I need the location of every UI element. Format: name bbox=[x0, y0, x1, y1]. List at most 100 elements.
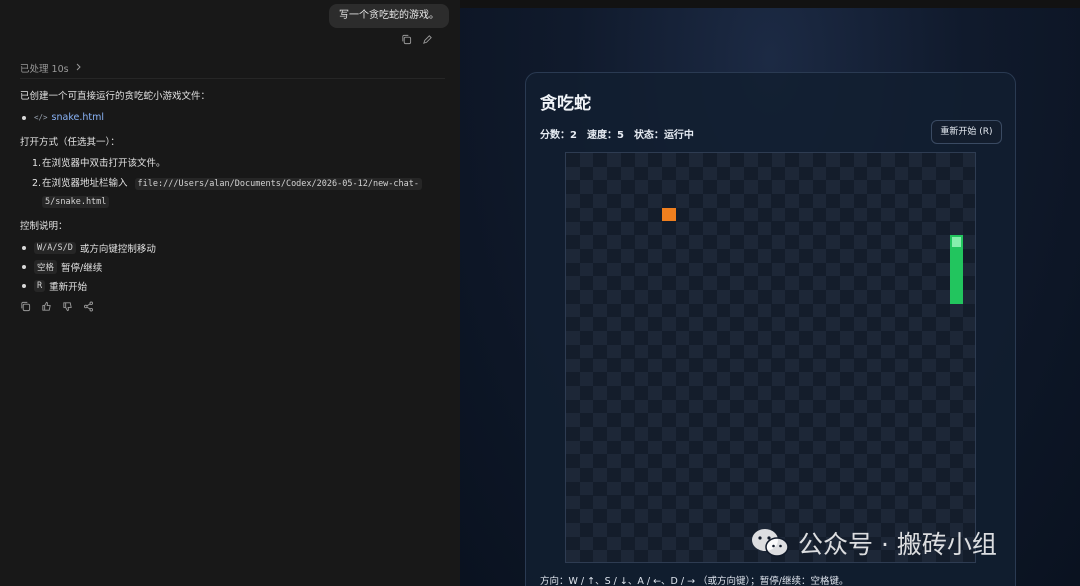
processed-toggle[interactable]: 已处理 10s bbox=[20, 61, 82, 75]
board-cell bbox=[757, 248, 772, 263]
board-cell bbox=[620, 276, 635, 290]
thumbs-up-icon[interactable] bbox=[41, 301, 52, 312]
board-cell bbox=[785, 413, 799, 427]
board-cell bbox=[593, 194, 608, 208]
board-cell bbox=[935, 207, 950, 222]
board-cell bbox=[579, 372, 594, 386]
board-cell bbox=[757, 303, 772, 318]
board-cell bbox=[853, 180, 868, 195]
board-cell bbox=[607, 262, 621, 277]
board-cell bbox=[949, 413, 964, 427]
board-cell bbox=[620, 440, 635, 455]
board-cell bbox=[620, 303, 635, 318]
copy-icon[interactable] bbox=[401, 34, 412, 45]
game-board[interactable] bbox=[565, 152, 976, 563]
board-cell bbox=[675, 248, 690, 263]
snake-segment bbox=[949, 248, 964, 263]
board-cell bbox=[675, 166, 690, 181]
board-cell bbox=[812, 303, 827, 318]
board-cell bbox=[963, 317, 975, 332]
board-cell bbox=[949, 440, 964, 455]
board-cell bbox=[963, 509, 975, 523]
board-cell bbox=[703, 248, 717, 263]
thumbs-down-icon[interactable] bbox=[62, 301, 73, 312]
board-cell bbox=[867, 166, 882, 181]
board-cell bbox=[922, 331, 936, 345]
board-cell bbox=[894, 221, 909, 236]
board-cell bbox=[648, 522, 662, 537]
copy-icon[interactable] bbox=[20, 301, 31, 312]
board-cell bbox=[675, 276, 690, 290]
board-cell bbox=[826, 427, 840, 441]
board-cell bbox=[935, 317, 950, 332]
board-cell bbox=[785, 331, 799, 345]
board-cell bbox=[935, 509, 950, 523]
board-cell bbox=[648, 276, 662, 290]
board-cell bbox=[703, 550, 717, 562]
file-link[interactable]: </> snake.html bbox=[34, 112, 104, 123]
board-cell bbox=[894, 495, 909, 510]
controls-help: 方向：W / ↑、S / ↓、A / ←、D / → （或方向键）；暂停/继续：… bbox=[540, 576, 849, 586]
board-cell bbox=[922, 303, 936, 318]
board-cell bbox=[744, 207, 758, 222]
board-cell bbox=[826, 207, 840, 222]
board-cell bbox=[963, 344, 975, 359]
board-cell bbox=[840, 385, 854, 400]
board-cell bbox=[661, 536, 676, 551]
board-cell bbox=[566, 331, 580, 345]
board-cell bbox=[963, 290, 975, 304]
answer-actions bbox=[20, 301, 450, 312]
board-cell bbox=[716, 262, 731, 277]
step-text: 在浏览器中双击打开该文件。 bbox=[42, 158, 166, 169]
board-cell bbox=[798, 454, 813, 469]
board-cell bbox=[785, 495, 799, 510]
board-cell bbox=[922, 468, 936, 482]
board-cell bbox=[963, 454, 975, 469]
board-cell bbox=[716, 180, 731, 195]
board-cell bbox=[908, 481, 923, 496]
chevron-right-icon bbox=[75, 63, 82, 74]
board-cell bbox=[634, 344, 649, 359]
board-cell bbox=[826, 344, 840, 359]
board-cell bbox=[881, 235, 895, 249]
board-cell bbox=[853, 317, 868, 332]
board-cell bbox=[730, 358, 745, 373]
board-cell bbox=[812, 385, 827, 400]
board-cell bbox=[675, 358, 690, 373]
board-cell bbox=[661, 372, 676, 386]
board-cell bbox=[812, 358, 827, 373]
assistant-answer: 已创建一个可直接运行的贪吃蛇小游戏文件： </> snake.html 打开方式… bbox=[20, 90, 450, 312]
board-cell bbox=[744, 509, 758, 523]
board-cell bbox=[826, 153, 840, 167]
game-card: 贪吃蛇 分数：2 速度：5 状态：运行中 重新开始 (R) 方向：W / ↑、S… bbox=[525, 72, 1016, 586]
user-message: 写一个贪吃蛇的游戏。 bbox=[329, 4, 449, 28]
board-cell bbox=[648, 550, 662, 562]
board-cell bbox=[785, 248, 799, 263]
board-cell bbox=[935, 427, 950, 441]
board-cell bbox=[922, 495, 936, 510]
board-cell bbox=[593, 303, 608, 318]
board-cell bbox=[689, 317, 703, 332]
board-cell bbox=[620, 358, 635, 373]
board-cell bbox=[867, 440, 882, 455]
board-cell bbox=[922, 358, 936, 373]
restart-button[interactable]: 重新开始 (R) bbox=[931, 120, 1002, 144]
board-cell bbox=[771, 290, 786, 304]
share-icon[interactable] bbox=[83, 301, 94, 312]
edit-icon[interactable] bbox=[422, 34, 433, 45]
board-cell bbox=[634, 399, 649, 414]
board-cell bbox=[812, 468, 827, 482]
board-cell bbox=[771, 372, 786, 386]
board-cell bbox=[579, 153, 594, 167]
board-cell bbox=[634, 207, 649, 222]
board-cell bbox=[661, 290, 676, 304]
board-cell bbox=[689, 180, 703, 195]
list-item: R 重新开始 bbox=[20, 276, 450, 295]
board-cell bbox=[853, 153, 868, 167]
board-cell bbox=[730, 248, 745, 263]
board-cell bbox=[826, 317, 840, 332]
board-cell bbox=[881, 481, 895, 496]
board-cell bbox=[579, 399, 594, 414]
board-cell bbox=[922, 194, 936, 208]
board-cell bbox=[620, 221, 635, 236]
